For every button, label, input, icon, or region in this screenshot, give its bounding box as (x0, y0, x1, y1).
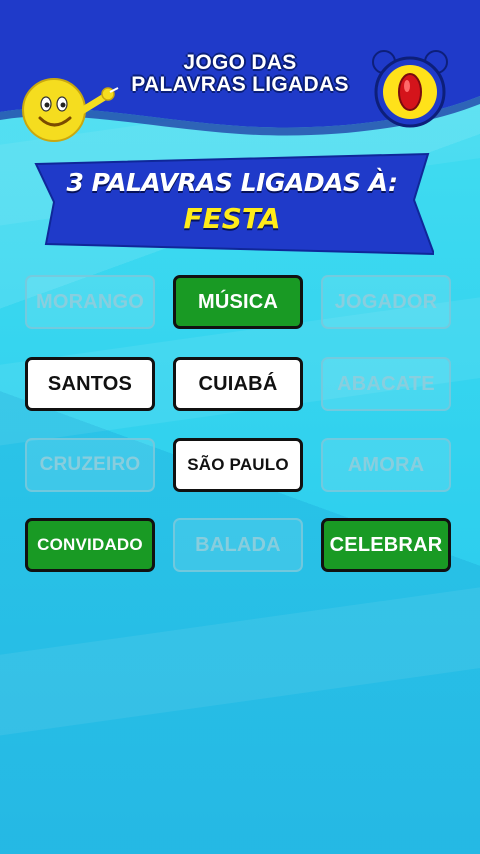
word-tile-label: CUIABÁ (198, 372, 278, 395)
word-tile[interactable]: SÃO PAULO (173, 438, 303, 492)
word-tile-label: AMORA (347, 453, 425, 476)
word-grid: MORANGO MÚSICA JOGADOR SANTOS CUIABÁ ABA… (25, 275, 455, 577)
word-tile[interactable]: CRUZEIRO (25, 438, 155, 492)
word-tile-label: CRUZEIRO (39, 454, 141, 475)
title-line-1: JOGO DAS (183, 51, 297, 74)
word-tile[interactable]: MORANGO (25, 275, 155, 329)
word-tile[interactable]: SANTOS (25, 357, 155, 411)
title-line-2: PALAVRAS LIGADAS (131, 73, 349, 96)
word-tile[interactable]: AMORA (321, 438, 451, 492)
word-tile-label: JOGADOR (334, 290, 438, 313)
word-tile-label: CONVIDADO (37, 535, 143, 554)
word-tile-label: BALADA (195, 533, 281, 556)
category-banner: 3 PALAVRAS LIGADAS À: FESTA (30, 150, 434, 260)
word-tile[interactable]: CUIABÁ (173, 357, 303, 411)
word-tile[interactable]: JOGADOR (321, 275, 451, 329)
word-tile[interactable]: CONVIDADO (25, 518, 155, 572)
word-tile-label: MORANGO (35, 290, 145, 313)
game-header: JOGO DAS PALAVRAS LIGADAS (0, 0, 480, 150)
word-tile[interactable]: MÚSICA (173, 275, 303, 329)
alarm-clock-icon (372, 50, 448, 128)
word-tile-label: SANTOS (47, 372, 133, 395)
word-tile[interactable]: ABACATE (321, 357, 451, 411)
banner-prompt: 3 PALAVRAS LIGADAS À: (66, 168, 398, 197)
word-tile[interactable]: CELEBRAR (321, 518, 451, 572)
word-tile-label: ABACATE (337, 372, 435, 395)
word-tile-label: SÃO PAULO (187, 455, 289, 474)
smiley-pointing-emoji-icon (22, 78, 119, 142)
word-tile[interactable]: BALADA (173, 518, 303, 572)
word-tile-label: MÚSICA (197, 290, 279, 313)
banner-keyword: FESTA (183, 202, 281, 235)
game-title: JOGO DAS PALAVRAS LIGADAS (110, 52, 370, 96)
word-tile-label: CELEBRAR (329, 533, 443, 556)
